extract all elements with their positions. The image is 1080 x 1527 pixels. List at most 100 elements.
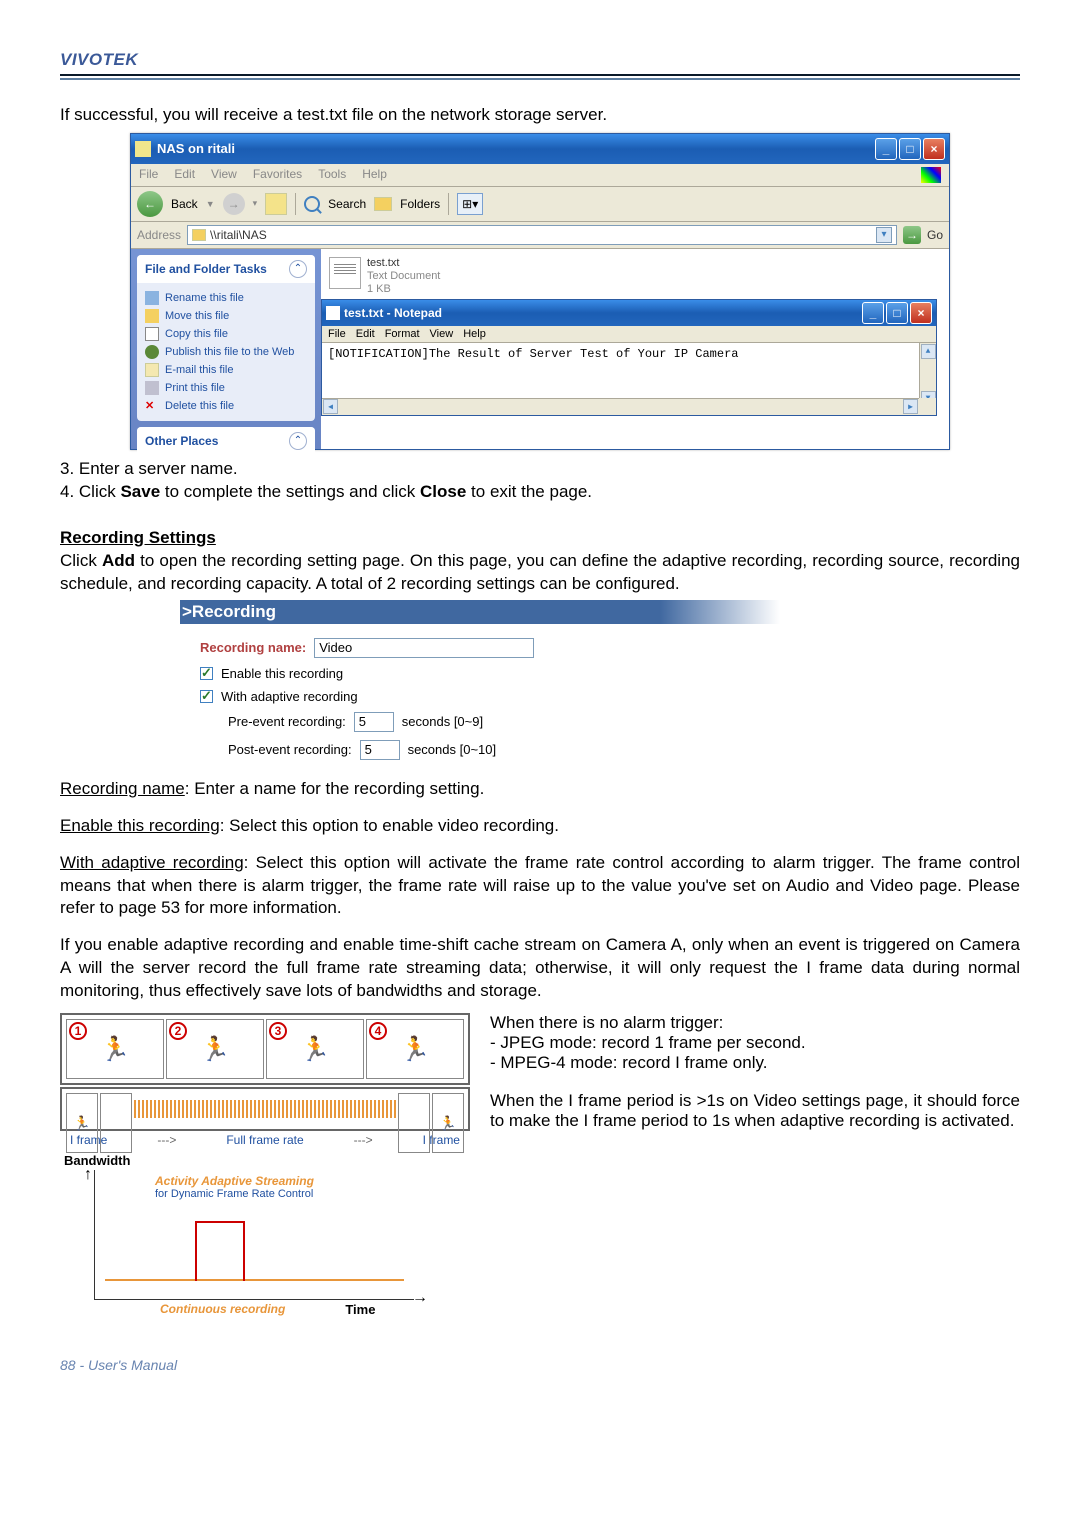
- close-button[interactable]: ×: [923, 138, 945, 160]
- menu-edit[interactable]: Edit: [356, 328, 375, 340]
- recording-name-desc: Recording name: Enter a name for the rec…: [60, 778, 1020, 801]
- menu-tools[interactable]: Tools: [318, 167, 346, 183]
- scroll-left-button[interactable]: ◀: [323, 399, 338, 414]
- file-item[interactable]: test.txt Text Document 1 KB: [329, 257, 941, 297]
- menu-view[interactable]: View: [211, 167, 237, 183]
- step-3: 3. Enter a server name.: [60, 458, 1020, 481]
- scroll-up-button[interactable]: ▲: [921, 344, 936, 359]
- minimize-button[interactable]: _: [862, 302, 884, 324]
- notepad-icon: [326, 306, 340, 320]
- iframe-note: When the I frame period is >1s on Video …: [490, 1091, 1020, 1131]
- arrow-text: --->: [157, 1133, 176, 1147]
- menu-help[interactable]: Help: [362, 167, 387, 183]
- explorer-content: test.txt Text Document 1 KB test.txt - N…: [321, 249, 949, 449]
- recording-header-bar: >Recording: [180, 600, 780, 624]
- print-icon: [145, 381, 159, 395]
- menu-edit[interactable]: Edit: [174, 167, 195, 183]
- folders-label[interactable]: Folders: [400, 197, 440, 211]
- scrollbar-vertical[interactable]: ▲ ▼: [919, 343, 936, 398]
- task-publish[interactable]: Publish this file to the Web: [145, 343, 307, 361]
- text-file-icon: [329, 257, 361, 289]
- folder-icon: [135, 141, 151, 157]
- explorer-window: NAS on ritali _ □ × File Edit View Favor…: [130, 133, 950, 450]
- delete-icon: ✕: [145, 399, 159, 413]
- marker-3: 3: [269, 1022, 287, 1040]
- address-value: \\ritali\NAS: [210, 228, 267, 242]
- folder-icon: [192, 229, 206, 241]
- scrollbar-horizontal[interactable]: ◀ ▶: [322, 398, 936, 415]
- window-title: NAS on ritali: [157, 141, 875, 156]
- recording-form: Recording name: Enable this recording Wi…: [200, 624, 620, 770]
- menu-format[interactable]: Format: [385, 328, 420, 340]
- search-label[interactable]: Search: [328, 197, 366, 211]
- back-button[interactable]: ←: [137, 191, 163, 217]
- fullrate-label: Full frame rate: [226, 1133, 303, 1147]
- minimize-button[interactable]: _: [875, 138, 897, 160]
- folders-icon[interactable]: [374, 197, 392, 211]
- task-email[interactable]: E-mail this file: [145, 361, 307, 379]
- task-rename[interactable]: Rename this file: [145, 289, 307, 307]
- intro-text: If successful, you will receive a test.t…: [60, 104, 1020, 127]
- close-button[interactable]: ×: [910, 302, 932, 324]
- hr: [60, 78, 1020, 80]
- notepad-menu: File Edit Format View Help: [322, 326, 936, 343]
- marker-2: 2: [169, 1022, 187, 1040]
- go-button[interactable]: →: [903, 226, 921, 244]
- resize-grip[interactable]: [919, 398, 936, 415]
- address-dropdown[interactable]: ▾: [876, 227, 892, 243]
- email-icon: [145, 363, 159, 377]
- copy-icon: [145, 327, 159, 341]
- notes-column: When there is no alarm trigger: - JPEG m…: [490, 1013, 1020, 1317]
- task-print[interactable]: Print this file: [145, 379, 307, 397]
- task-delete[interactable]: ✕Delete this file: [145, 397, 307, 415]
- post-event-label: Post-event recording:: [228, 742, 352, 757]
- file-size: 1 KB: [367, 283, 440, 296]
- annotation-sub: for Dynamic Frame Rate Control: [155, 1188, 314, 1200]
- diagram: 1🏃 2🏃 3🏃 4🏃 🏃 🏃 I frame ---> Full frame …: [60, 1013, 470, 1317]
- recording-name-input[interactable]: [314, 638, 534, 658]
- maximize-button[interactable]: □: [886, 302, 908, 324]
- marker-1: 1: [69, 1022, 87, 1040]
- explorer-menubar: File Edit View Favorites Tools Help: [131, 164, 949, 187]
- scroll-right-button[interactable]: ▶: [903, 399, 918, 414]
- panel-title: Other Places: [145, 434, 218, 448]
- collapse-button[interactable]: ⌃: [289, 260, 307, 278]
- pre-event-input[interactable]: [354, 712, 394, 732]
- menu-file[interactable]: File: [139, 167, 158, 183]
- mpeg-note: - MPEG-4 mode: record I frame only.: [490, 1053, 1020, 1073]
- adaptive-recording-checkbox[interactable]: [200, 690, 213, 703]
- pre-event-range: seconds [0~9]: [402, 714, 483, 729]
- forward-button[interactable]: →: [223, 193, 245, 215]
- adaptive-para2: If you enable adaptive recording and ena…: [60, 934, 1020, 1003]
- address-input[interactable]: \\ritali\NAS ▾: [187, 225, 897, 245]
- collapse-button[interactable]: ⌃: [289, 432, 307, 450]
- back-label[interactable]: Back: [171, 197, 198, 211]
- go-label[interactable]: Go: [927, 228, 943, 242]
- menu-view[interactable]: View: [430, 328, 454, 340]
- explorer-toolbar: ← Back ▼ → ▾ Search Folders ⊞▾: [131, 187, 949, 222]
- menu-help[interactable]: Help: [463, 328, 486, 340]
- move-icon: [145, 309, 159, 323]
- maximize-button[interactable]: □: [899, 138, 921, 160]
- menu-favorites[interactable]: Favorites: [253, 167, 302, 183]
- brand: VIVOTEK: [60, 50, 1020, 70]
- task-move[interactable]: Move this file: [145, 307, 307, 325]
- enable-recording-desc: Enable this recording: Select this optio…: [60, 815, 1020, 838]
- rename-icon: [145, 291, 159, 305]
- address-bar: Address \\ritali\NAS ▾ → Go: [131, 222, 949, 249]
- menu-file[interactable]: File: [328, 328, 346, 340]
- enable-recording-label: Enable this recording: [221, 666, 343, 681]
- up-button[interactable]: [265, 193, 287, 215]
- publish-icon: [145, 345, 159, 359]
- task-copy[interactable]: Copy this file: [145, 325, 307, 343]
- recording-settings-heading: Recording Settings: [60, 528, 1020, 548]
- views-button[interactable]: ⊞▾: [457, 193, 483, 215]
- marker-4: 4: [369, 1022, 387, 1040]
- notepad-title: test.txt - Notepad: [326, 306, 862, 320]
- bandwidth-chart: Activity Adaptive Streaming for Dynamic …: [94, 1170, 414, 1300]
- enable-recording-checkbox[interactable]: [200, 667, 213, 680]
- post-event-input[interactable]: [360, 740, 400, 760]
- search-icon[interactable]: [304, 196, 320, 212]
- notepad-body[interactable]: [NOTIFICATION]The Result of Server Test …: [322, 343, 936, 415]
- panel-title: File and Folder Tasks: [145, 262, 267, 276]
